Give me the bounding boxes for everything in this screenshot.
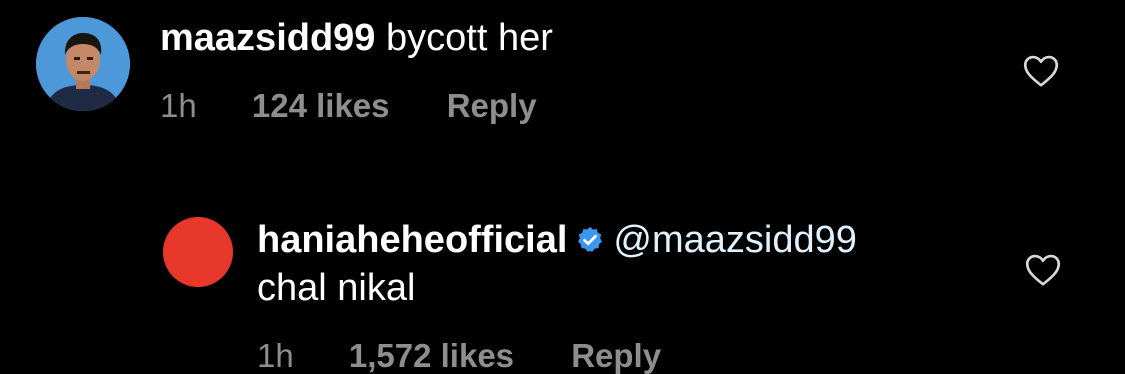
- comment-meta: 1h 124 likes Reply: [160, 86, 537, 126]
- comment-username[interactable]: maazsidd99: [160, 17, 375, 59]
- reply-body-line: chal nikal: [257, 266, 415, 310]
- reply-username[interactable]: haniaheheofficial: [257, 219, 567, 261]
- reply-likes[interactable]: 1,572 likes: [349, 336, 514, 374]
- reply-avatar[interactable]: [163, 217, 233, 287]
- reply-meta: 1h 1,572 likes Reply: [257, 336, 661, 374]
- reply-mention[interactable]: @maazsidd99: [613, 219, 856, 261]
- comment-likes[interactable]: 124 likes: [252, 86, 390, 126]
- heart-icon[interactable]: [1025, 253, 1061, 287]
- reply-reply-button[interactable]: Reply: [571, 336, 661, 374]
- reply-body: chal nikal: [257, 267, 416, 309]
- avatar[interactable]: [36, 17, 130, 111]
- comment-text-line: maazsidd99 bycott her: [160, 16, 553, 60]
- profile-photo: [36, 17, 130, 111]
- reply-time: 1h: [257, 337, 294, 374]
- reply-text-line: haniaheheofficial @maazsidd99: [257, 218, 857, 262]
- comment-reply-button[interactable]: Reply: [447, 86, 537, 126]
- verified-badge-icon: [578, 226, 603, 252]
- comment-body: bycott her: [386, 17, 553, 59]
- comments-screen: maazsidd99 bycott her 1h 124 likes Reply…: [0, 0, 1125, 374]
- heart-icon[interactable]: [1023, 54, 1059, 88]
- comment-time: 1h: [160, 87, 197, 124]
